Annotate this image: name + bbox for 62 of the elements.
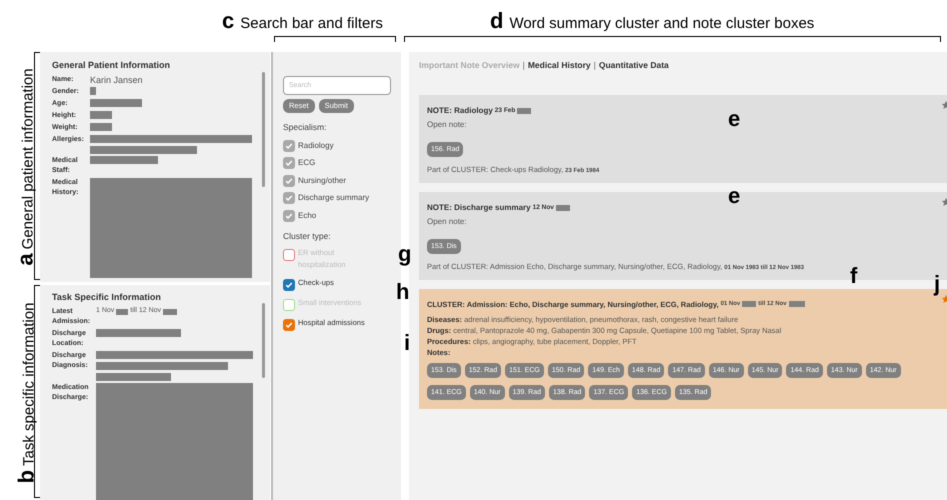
callout-letter: h <box>396 281 410 303</box>
redaction-bar <box>90 156 158 164</box>
callout-letter: c <box>222 10 234 32</box>
filter-option[interactable]: Radiology <box>298 140 334 152</box>
tab[interactable]: Quantitative Data <box>598 59 669 72</box>
redaction-bar <box>517 108 532 114</box>
filter-option[interactable]: Discharge summary <box>298 192 370 204</box>
checkbox[interactable] <box>283 249 295 261</box>
checkbox[interactable] <box>283 319 295 331</box>
checkbox[interactable] <box>283 174 295 186</box>
redaction-bar <box>163 308 178 314</box>
redaction-bar <box>90 86 96 94</box>
check-icon <box>285 176 293 184</box>
check-icon <box>285 321 293 329</box>
callout-label: Task specific information <box>21 302 36 466</box>
note-title: NOTE: Radiology <box>427 104 493 117</box>
note-title: NOTE: Discharge summary <box>427 202 531 214</box>
check-icon <box>285 159 293 167</box>
callout-letter: g <box>398 243 412 265</box>
checkbox[interactable] <box>283 210 295 222</box>
filter-option[interactable]: Echo <box>298 210 316 222</box>
check-icon <box>285 212 293 220</box>
redaction-bar <box>556 204 570 211</box>
callout-letter: e <box>728 185 740 207</box>
checkbox[interactable] <box>283 140 295 152</box>
redaction-bar <box>788 301 805 308</box>
tab[interactable]: Medical History <box>528 59 591 72</box>
filter-heading: Specialism: <box>283 121 328 134</box>
tab[interactable]: Important Note Overview <box>419 59 520 72</box>
checkbox[interactable] <box>283 279 295 291</box>
callout-letter: i <box>404 332 410 354</box>
filter-option[interactable]: Nursing/other <box>298 174 346 186</box>
callout-label: General patient information <box>21 68 36 250</box>
checkbox[interactable] <box>283 192 295 204</box>
redaction-bar <box>90 110 112 118</box>
scrollbar[interactable] <box>262 72 265 187</box>
callout-letter: a <box>15 253 37 266</box>
panel-title: General Patient Information <box>52 59 172 72</box>
callout-letter: d <box>490 10 504 32</box>
callout-label: Search bar and filters <box>240 16 383 31</box>
filter-option[interactable]: ECG <box>298 157 316 169</box>
open-note-label: Open note: <box>427 118 467 131</box>
filter-heading: Cluster type: <box>283 230 332 243</box>
redaction-bar <box>116 308 128 314</box>
tab-separator: | <box>594 59 596 72</box>
tab-separator: | <box>522 59 525 72</box>
field-value: Karin Jansen <box>90 74 143 84</box>
check-icon <box>285 194 293 202</box>
callout-letter: j <box>934 273 940 295</box>
callout-letter: f <box>850 265 858 287</box>
redaction-bar <box>742 301 756 308</box>
redaction-bar <box>90 98 142 106</box>
callout-letter: b <box>15 469 37 483</box>
open-note-label: Open note: <box>427 216 467 228</box>
redaction-bar <box>90 122 112 130</box>
callout-label: Word summary cluster and note cluster boxes <box>509 16 814 31</box>
checkbox[interactable] <box>283 157 295 169</box>
panel-title: Task Specific Information <box>52 291 162 304</box>
check-icon <box>285 142 293 150</box>
scrollbar[interactable] <box>262 303 265 378</box>
check-icon <box>285 281 293 289</box>
callout-letter: e <box>728 108 740 130</box>
